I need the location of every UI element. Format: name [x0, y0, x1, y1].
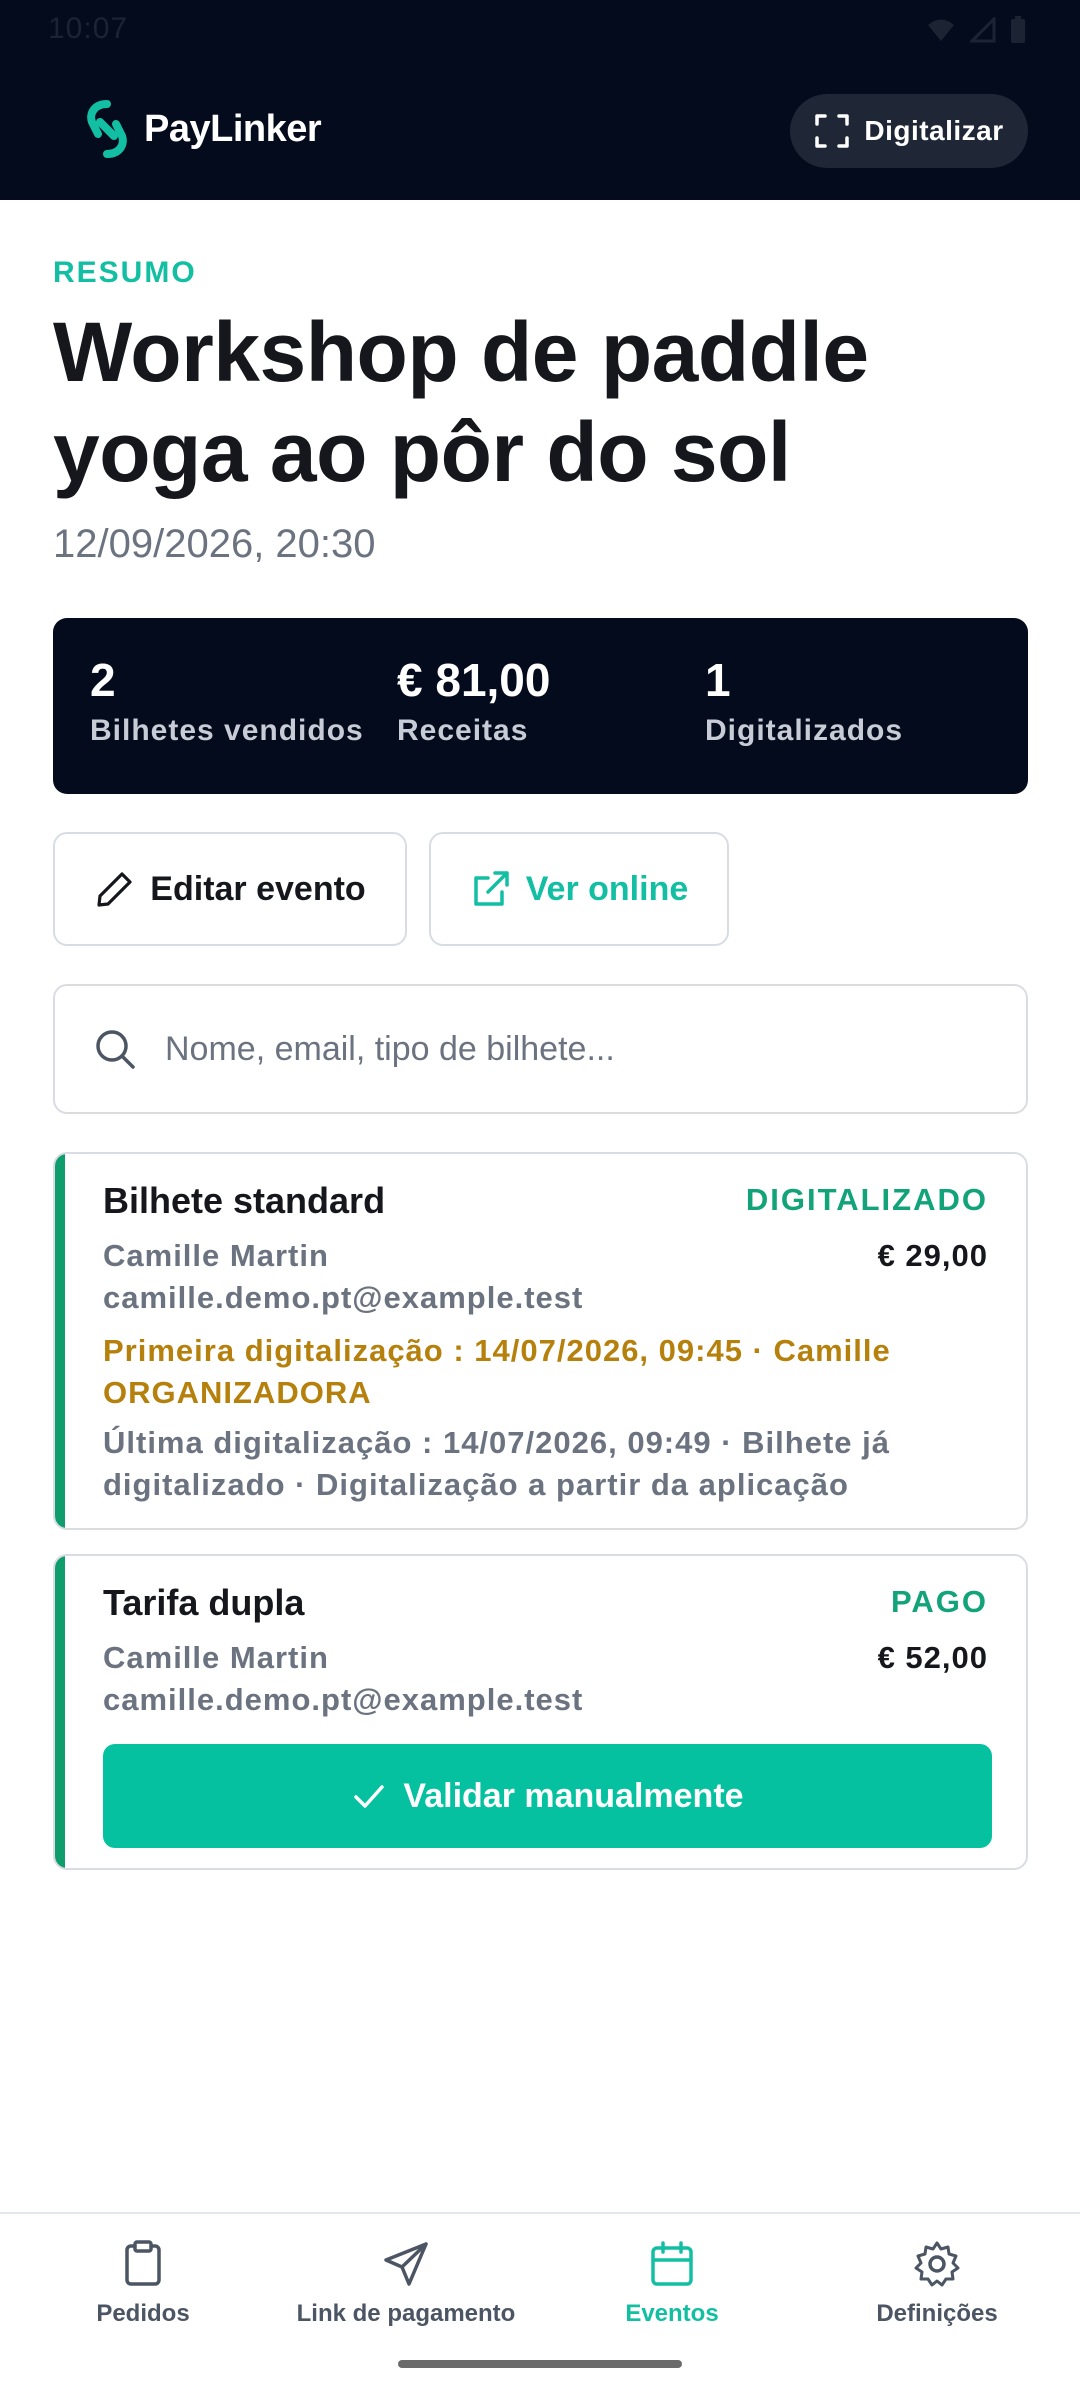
stat-scanned: 1 Digitalizados [705, 652, 903, 748]
status-badge: PAGO [891, 1584, 988, 1619]
brand-logo: PayLinker [84, 100, 322, 158]
nav-label: Pedidos [96, 2300, 190, 2327]
check-icon [354, 1785, 385, 1808]
nav-item-orders[interactable]: Pedidos [8, 2240, 278, 2328]
paylinker-logo-icon [87, 100, 127, 158]
buyer-name: Camille Martin [103, 1238, 329, 1273]
stat-value: 1 [705, 654, 731, 706]
stat-label: Digitalizados [705, 714, 904, 747]
gear-icon [914, 2241, 960, 2287]
buyer-email: camille.demo.pt@example.test [103, 1280, 584, 1315]
last-scan-info: Última digitalização : 14/07/2026, 09:49… [103, 1425, 890, 1502]
nav-item-payment-link[interactable]: Link de pagamento [271, 2240, 541, 2328]
stat-value: € 81,00 [397, 654, 551, 706]
buyer-email: camille.demo.pt@example.test [103, 1682, 584, 1717]
buyer-name: Camille Martin [103, 1640, 329, 1675]
wifi-icon [926, 17, 956, 48]
home-indicator[interactable] [398, 2360, 682, 2368]
event-date: 12/09/2026, 20:30 [53, 522, 376, 566]
event-actions: Editar evento Ver online [53, 832, 729, 946]
stats-panel: 2 Bilhetes vendidos € 81,00 Receitas 1 D… [53, 618, 1028, 794]
stat-tickets-sold: 2 Bilhetes vendidos [90, 652, 364, 748]
status-bar: 10:07 [0, 0, 1080, 64]
app-header: 10:07 PayLinker Digitalizar [0, 0, 1080, 200]
status-bar-accent [55, 1154, 65, 1528]
nav-label: Definições [876, 2300, 998, 2327]
status-icons [926, 15, 1026, 49]
event-title: Workshop de paddle yoga ao pôr do sol [53, 305, 869, 499]
view-online-label: Ver online [525, 869, 689, 908]
scan-icon [815, 114, 850, 148]
send-icon [384, 2242, 428, 2286]
calendar-icon [651, 2241, 693, 2286]
stat-label: Bilhetes vendidos [90, 714, 364, 747]
search-icon [96, 1030, 135, 1069]
view-online-button[interactable]: Ver online [429, 832, 729, 946]
section-overline: RESUMO [53, 256, 197, 289]
pencil-icon [97, 872, 132, 907]
ticket-type: Tarifa dupla [103, 1582, 305, 1623]
clipboard-icon [125, 2240, 161, 2286]
stat-label: Receitas [397, 714, 529, 747]
validate-manually-label: Validar manualmente [403, 1776, 744, 1815]
brand-name: PayLinker [144, 107, 322, 150]
search-box[interactable] [53, 984, 1028, 1114]
scan-button[interactable]: Digitalizar [790, 94, 1028, 168]
nav-item-settings[interactable]: Definições [802, 2240, 1072, 2328]
nav-label: Eventos [625, 2300, 719, 2327]
edit-event-label: Editar evento [150, 869, 366, 908]
search-input[interactable] [165, 1029, 965, 1069]
bottom-navigation: Pedidos Link de pagamento Eventos Defini… [0, 2212, 1080, 2400]
ticket-card[interactable]: Tarifa dupla PAGO Camille Martin € 52,00… [53, 1554, 1028, 1870]
ticket-card[interactable]: Bilhete standard DIGITALIZADO Camille Ma… [53, 1152, 1028, 1530]
nav-item-events[interactable]: Eventos [537, 2240, 807, 2328]
status-badge: DIGITALIZADO [745, 1182, 988, 1217]
status-time: 10:07 [48, 12, 129, 45]
ticket-price: € 52,00 [877, 1640, 988, 1675]
battery-icon [1010, 16, 1026, 49]
ticket-type: Bilhete standard [103, 1180, 386, 1221]
validate-manually-button[interactable]: Validar manualmente [103, 1744, 992, 1848]
stat-value: 2 [90, 654, 116, 706]
stat-revenue: € 81,00 Receitas [397, 652, 550, 748]
scan-button-label: Digitalizar [864, 115, 1004, 146]
ticket-price: € 29,00 [877, 1238, 988, 1273]
status-bar-accent [55, 1556, 65, 1868]
signal-icon [968, 15, 996, 48]
edit-event-button[interactable]: Editar evento [53, 832, 407, 946]
nav-label: Link de pagamento [296, 2300, 516, 2327]
first-scan-info: Primeira digitalização : 14/07/2026, 09:… [103, 1333, 891, 1410]
external-link-icon [474, 871, 509, 906]
